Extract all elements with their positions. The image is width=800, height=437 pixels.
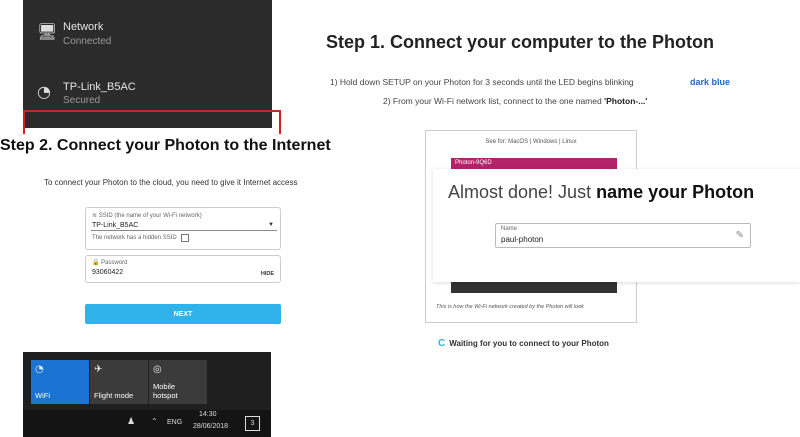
password-value[interactable]: 93060422 — [92, 269, 123, 276]
step2-heading: Step 2. Connect your Photon to the Inter… — [0, 137, 331, 154]
password-field[interactable]: 🔒 Password 93060422 HIDE — [85, 255, 281, 283]
notification-icon[interactable]: 3 — [245, 416, 260, 431]
taskbar-strip — [451, 281, 617, 293]
lock-icon: 🔒 — [92, 260, 102, 266]
language-indicator[interactable]: ENG — [167, 419, 182, 426]
heading-bold: name your Photon — [596, 182, 755, 202]
chevron-up-icon[interactable]: ⌃ — [151, 417, 158, 426]
tile-label: Mobile hotspot — [153, 382, 178, 400]
instruction-text: 2) From your Wi-Fi network list, connect… — [383, 96, 605, 106]
ssid-label-text: SSID (the name of your Wi-Fi network) — [98, 213, 202, 219]
network-item-ethernet[interactable]: 🖥 Network Connected — [23, 8, 272, 60]
flight-mode-tile[interactable]: ✈ Flight mode — [90, 360, 148, 404]
ssid-value[interactable]: TP-Link_B5AC — [92, 222, 138, 229]
ssid-underline — [91, 230, 277, 231]
network-status: Connected — [63, 36, 112, 47]
name-label: Name — [501, 226, 518, 232]
password-label-text: Password — [101, 260, 128, 266]
desktop-icon: 🖥 — [37, 22, 58, 41]
heading-light: Almost done! Just — [448, 182, 597, 202]
photon-network-label: Photon-9Q6D — [455, 160, 492, 166]
spinner-icon: C — [438, 338, 446, 349]
name-photon-dialog: Almost done! Just name your Photon Name … — [433, 169, 800, 282]
airplane-icon: ✈ — [94, 364, 103, 375]
step1-instruction-2: 2) From your Wi-Fi network list, connect… — [383, 96, 647, 106]
name-value[interactable]: paul-photon — [501, 235, 543, 244]
ssid-label: ≋ SSID (the name of your Wi-Fi network) — [92, 212, 202, 219]
step1-led-color: dark blue — [690, 77, 731, 87]
wifi-tile[interactable]: ◔ WiFi — [31, 360, 89, 404]
next-button[interactable]: NEXT — [85, 304, 281, 324]
network-status: Secured — [63, 95, 101, 106]
hide-password-button[interactable]: HIDE — [261, 271, 274, 277]
action-center: ◔ WiFi ✈ Flight mode ◎ Mobile hotspot ♟ … — [23, 352, 271, 437]
network-name: TP-Link_B5AC — [63, 81, 136, 93]
step2-subtitle: To connect your Photon to the cloud, you… — [44, 178, 298, 187]
os-tabs: See for: MacOS | Windows | Linux — [485, 139, 577, 145]
people-icon[interactable]: ♟ — [127, 417, 135, 427]
chevron-down-icon[interactable]: ▼ — [268, 222, 274, 228]
taskbar: ♟ ⌃ ENG 14:30 28/06/2018 3 — [23, 410, 271, 437]
clock-time[interactable]: 14:30 — [199, 411, 217, 418]
waiting-status: C Waiting for you to connect to your Phot… — [438, 338, 609, 349]
clock-date[interactable]: 28/06/2018 — [193, 423, 228, 430]
network-name: Network — [63, 21, 104, 33]
highlight-outline — [23, 110, 281, 134]
tile-label: Flight mode — [94, 391, 134, 400]
wifi-icon: ◔ — [35, 364, 44, 375]
pencil-icon[interactable]: ✎ — [736, 230, 744, 241]
waiting-text: Waiting for you to connect to your Photo… — [449, 339, 609, 348]
mobile-hotspot-tile[interactable]: ◎ Mobile hotspot — [149, 360, 207, 404]
tile-label: WiFi — [35, 391, 50, 400]
setup-caption: This is how the Wi-Fi network created by… — [436, 304, 584, 310]
hidden-ssid-label: The network has a hidden SSID — [92, 235, 177, 241]
step1-heading: Step 1. Connect your computer to the Pho… — [326, 32, 715, 52]
wifi-icon: ≋ — [92, 213, 99, 219]
step1-instruction-1: 1) Hold down SETUP on your Photon for 3 … — [330, 77, 634, 87]
ssid-field[interactable]: ≋ SSID (the name of your Wi-Fi network) … — [85, 207, 281, 250]
wifi-icon: ◔ — [37, 82, 51, 101]
photon-name-field[interactable]: Name paul-photon ✎ — [495, 223, 751, 248]
name-dialog-heading: Almost done! Just name your Photon — [448, 182, 754, 203]
photon-network-name: 'Photon-...' — [604, 96, 648, 106]
network-flyout: 🖥 Network Connected ◔ TP-Link_B5AC Secur… — [23, 0, 272, 128]
hidden-ssid-checkbox[interactable] — [181, 234, 189, 242]
hotspot-icon: ◎ — [153, 364, 162, 375]
password-label: 🔒 Password — [92, 259, 127, 266]
